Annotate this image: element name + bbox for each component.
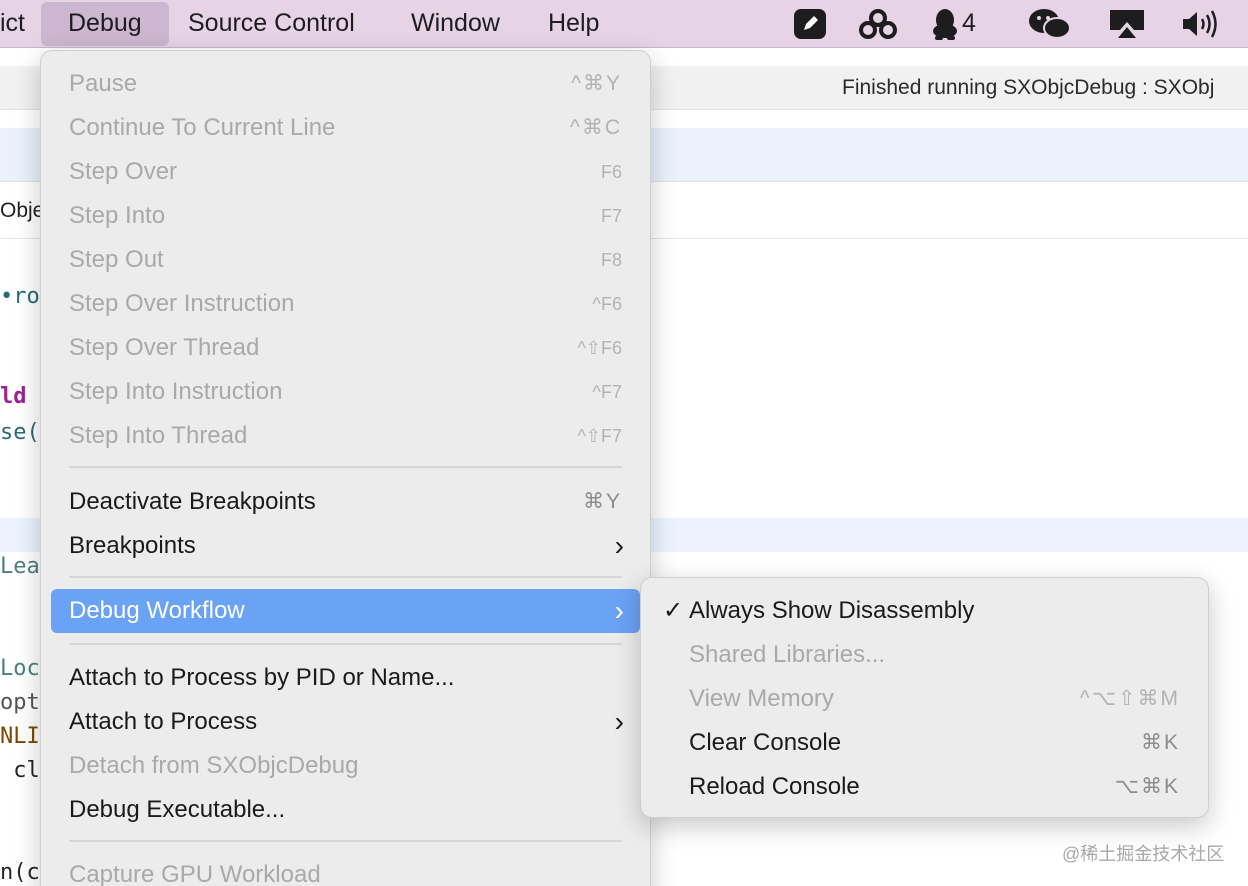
menu-item-step-into[interactable]: Step Into F7	[51, 194, 640, 238]
menu-item-detach[interactable]: Detach from SXObjcDebug	[51, 744, 640, 788]
menu-item-continue-to-current-line[interactable]: Continue To Current Line ^⌘C	[51, 106, 640, 150]
menu-separator	[69, 466, 622, 468]
menubar-item-help[interactable]: Help	[548, 0, 599, 48]
menu-item-shared-libraries[interactable]: Shared Libraries...	[651, 633, 1198, 677]
notes-icon[interactable]	[793, 8, 827, 40]
shortcut: ^⇧F7	[577, 426, 622, 446]
menu-bar: ict Debug Source Control Window Help 4	[0, 0, 1248, 48]
screen-mirroring-icon[interactable]	[1108, 8, 1146, 40]
code-line: ld	[0, 384, 27, 409]
shortcut: ⌘K	[1140, 731, 1180, 754]
menu-item-step-over[interactable]: Step Over F6	[51, 150, 640, 194]
wechat-icon[interactable]	[1028, 8, 1072, 40]
menu-item-step-into-instruction[interactable]: Step Into Instruction ^F7	[51, 370, 640, 414]
menu-item-debug-workflow[interactable]: Debug Workflow ›	[51, 589, 640, 633]
menu-item-breakpoints[interactable]: Breakpoints ›	[51, 524, 640, 568]
menu-item-attach-to-process[interactable]: Attach to Process ›	[51, 700, 640, 744]
shortcut: ⌘Y	[582, 490, 622, 513]
code-line: opt	[0, 690, 40, 715]
menu-item-always-show-disassembly[interactable]: ✓ Always Show Disassembly	[651, 589, 1198, 633]
qq-icon[interactable]	[930, 8, 960, 40]
shortcut: F8	[600, 250, 622, 270]
code-line: Loc	[0, 656, 40, 681]
menu-item-capture-gpu-workload[interactable]: Capture GPU Workload	[51, 853, 640, 886]
shortcut: ^⌘Y	[571, 72, 622, 95]
menubar-item-window[interactable]: Window	[411, 0, 500, 48]
watermark: @稀土掘金技术社区	[1062, 844, 1225, 864]
shortcut: F6	[600, 162, 622, 182]
menu-item-clear-console[interactable]: Clear Console ⌘K	[651, 721, 1198, 765]
shortcut: ^⌘C	[569, 116, 622, 139]
menu-item-step-over-instruction[interactable]: Step Over Instruction ^F6	[51, 282, 640, 326]
shortcut: ^F7	[592, 382, 622, 402]
shortcut: ^⇧F6	[577, 338, 622, 358]
menu-item-reload-console[interactable]: Reload Console ⌥⌘K	[651, 765, 1198, 809]
menu-item-step-into-thread[interactable]: Step Into Thread ^⇧F7	[51, 414, 640, 458]
volume-icon[interactable]	[1180, 8, 1220, 40]
shortcut: ^⌥⇧⌘M	[1079, 687, 1180, 710]
menu-item-debug-executable[interactable]: Debug Executable...	[51, 788, 640, 832]
shortcut: ⌥⌘K	[1114, 775, 1180, 798]
baidu-netdisk-icon[interactable]	[857, 8, 899, 40]
chevron-right-icon: ›	[614, 595, 624, 626]
qq-unread-count: 4	[962, 9, 976, 37]
chevron-right-icon: ›	[614, 706, 624, 737]
activity-status: Finished running SXObjcDebug : SXObj	[842, 76, 1215, 99]
menubar-item-product[interactable]: ict	[0, 0, 25, 48]
menu-separator	[69, 840, 622, 842]
menu-item-attach-by-pid[interactable]: Attach to Process by PID or Name...	[51, 656, 640, 700]
menu-separator	[69, 576, 622, 578]
chevron-right-icon: ›	[614, 530, 624, 561]
debug-menu: Pause ^⌘Y Continue To Current Line ^⌘C S…	[40, 50, 651, 886]
menu-item-deactivate-breakpoints[interactable]: Deactivate Breakpoints ⌘Y	[51, 480, 640, 524]
menu-separator	[69, 643, 622, 645]
menu-item-pause[interactable]: Pause ^⌘Y	[51, 62, 640, 106]
menu-item-view-memory[interactable]: View Memory ^⌥⇧⌘M	[651, 677, 1198, 721]
jump-bar-label: Obje	[0, 199, 45, 222]
shortcut: ^F6	[592, 294, 622, 314]
shortcut: F7	[600, 206, 622, 226]
checkmark-icon: ✓	[663, 597, 684, 624]
menubar-item-source-control[interactable]: Source Control	[188, 0, 355, 48]
debug-workflow-submenu: ✓ Always Show Disassembly Shared Librari…	[640, 577, 1209, 818]
menubar-item-debug[interactable]: Debug	[41, 2, 169, 46]
menu-item-step-out[interactable]: Step Out F8	[51, 238, 640, 282]
menu-item-step-over-thread[interactable]: Step Over Thread ^⇧F6	[51, 326, 640, 370]
